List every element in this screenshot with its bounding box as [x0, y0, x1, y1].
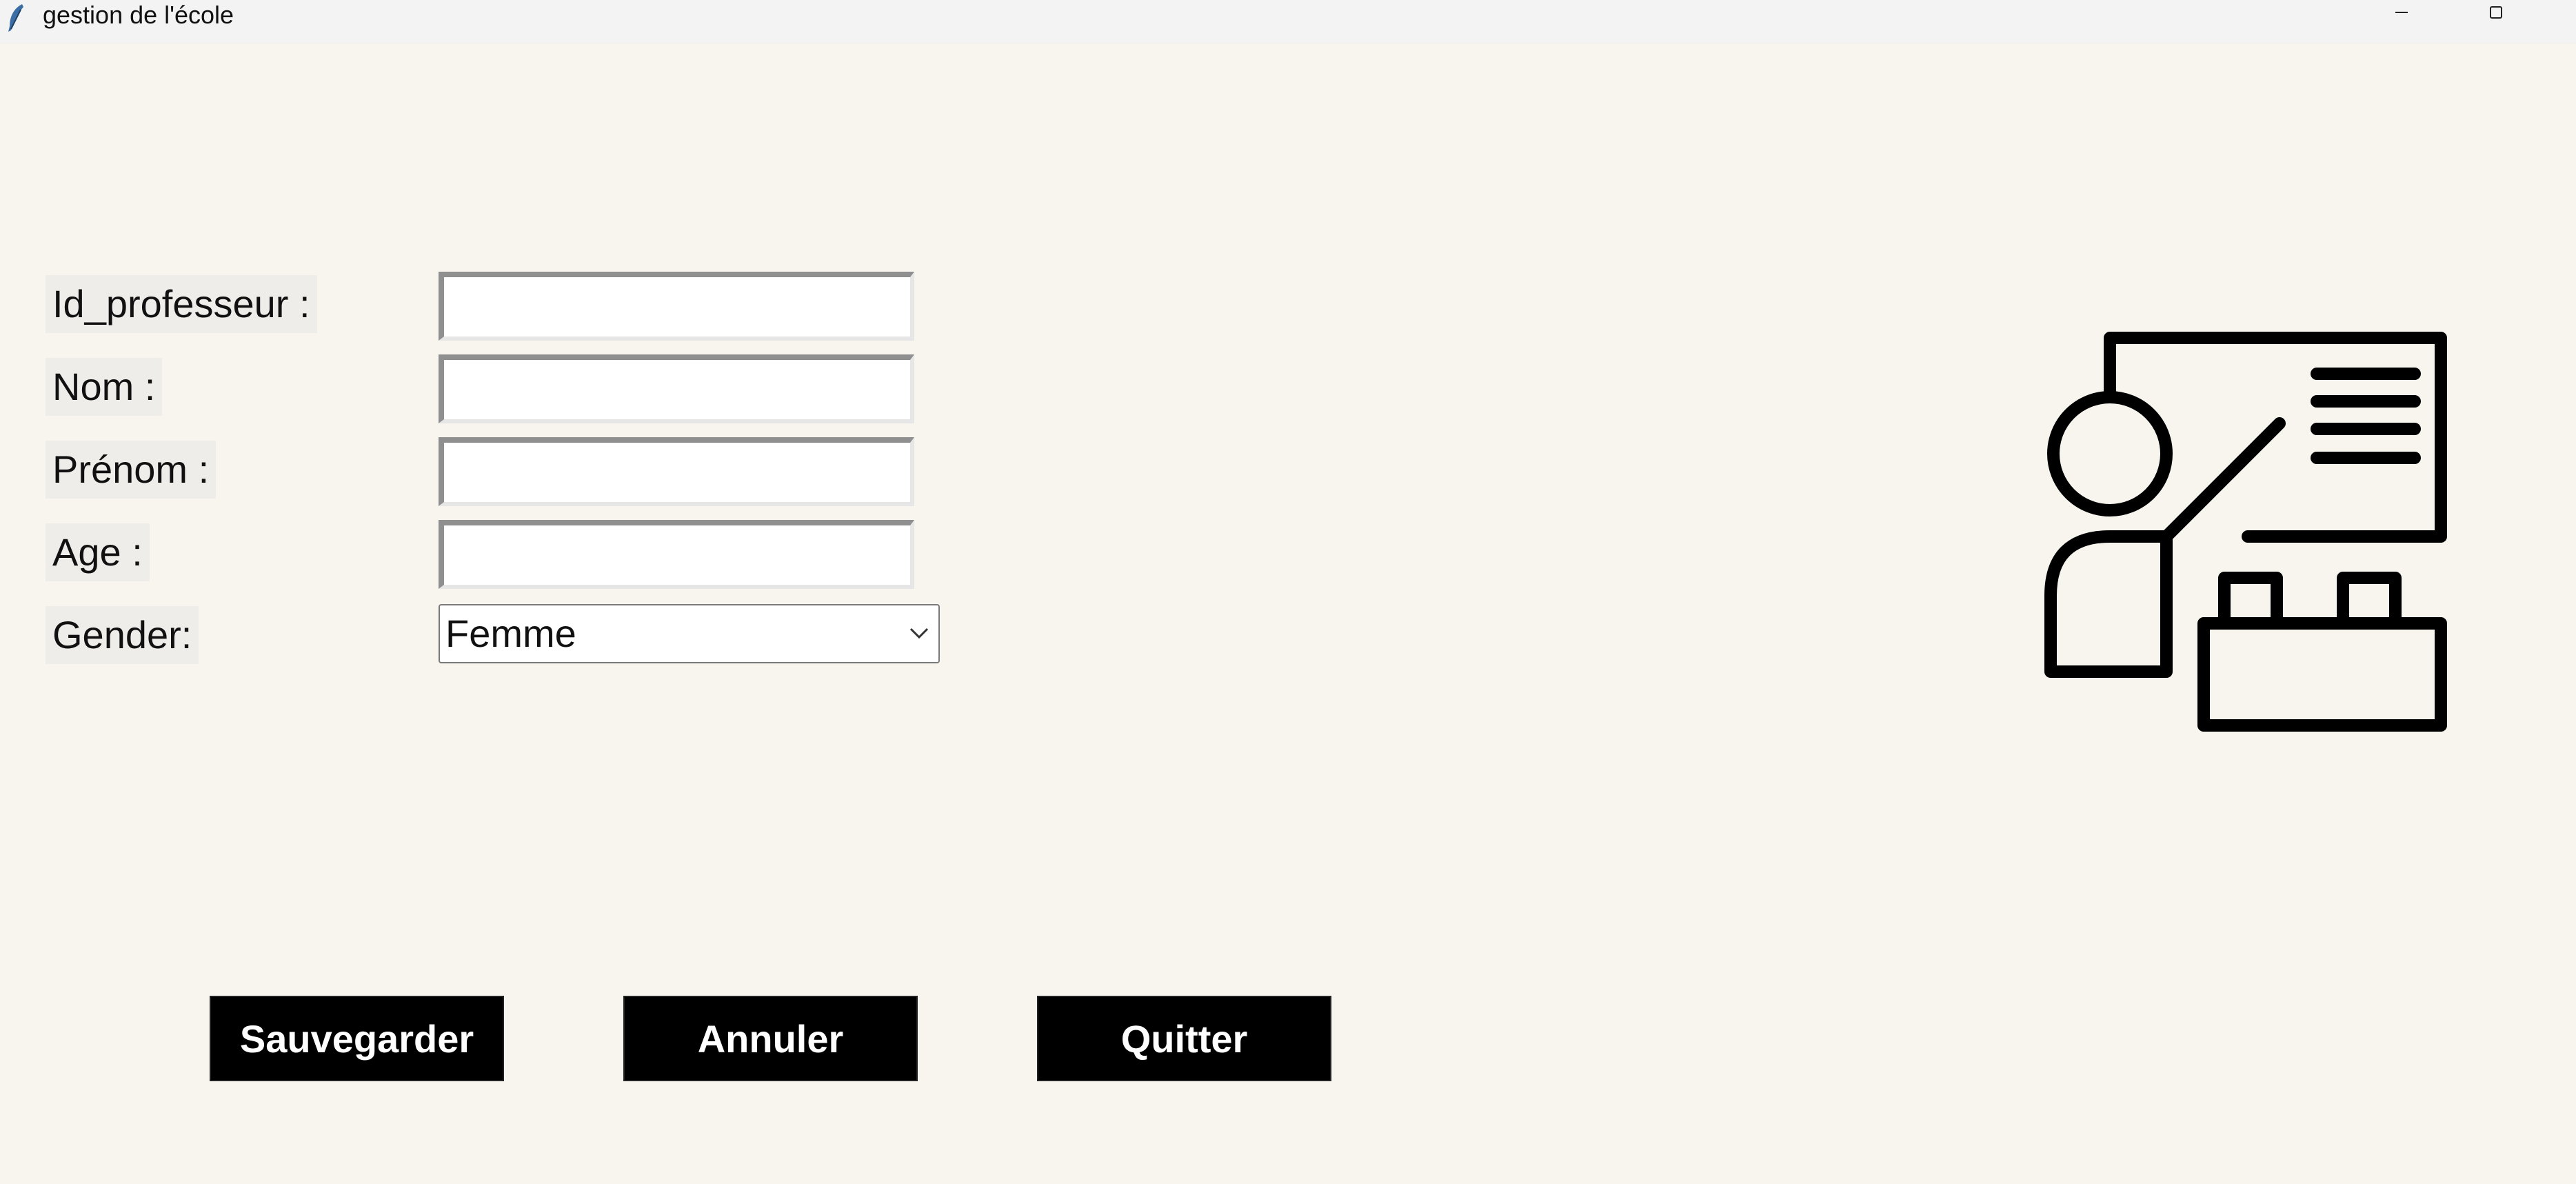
- prenom-label: Prénom :: [46, 441, 217, 499]
- gender-selected-value: Femme: [445, 612, 576, 655]
- gender-label: Gender:: [46, 606, 199, 664]
- minimize-button[interactable]: [2357, 0, 2446, 28]
- id-professeur-input[interactable]: [439, 272, 914, 341]
- maximize-button[interactable]: [2451, 0, 2541, 28]
- title-bar[interactable]: gestion de l'école: [0, 0, 2576, 43]
- save-button[interactable]: Sauvegarder: [210, 996, 504, 1081]
- teacher-presentation-icon: [2041, 324, 2455, 738]
- age-input[interactable]: [439, 520, 914, 589]
- quit-button[interactable]: Quitter: [1037, 996, 1331, 1081]
- id-professeur-label: Id_professeur :: [46, 275, 317, 333]
- nom-input[interactable]: [439, 354, 914, 423]
- cancel-button[interactable]: Annuler: [623, 996, 918, 1081]
- nom-label: Nom :: [46, 358, 163, 416]
- feather-icon: [4, 3, 28, 33]
- minimize-icon: [2393, 4, 2410, 24]
- prenom-input[interactable]: [439, 437, 914, 506]
- age-label: Age :: [46, 523, 150, 581]
- app-window: gestion de l'école Id_professeur : Nom :…: [0, 0, 2576, 1184]
- window-title: gestion de l'école: [43, 1, 234, 29]
- chevron-down-icon[interactable]: [905, 622, 933, 645]
- maximize-icon: [2488, 4, 2504, 24]
- gender-combobox[interactable]: Femme: [439, 604, 940, 663]
